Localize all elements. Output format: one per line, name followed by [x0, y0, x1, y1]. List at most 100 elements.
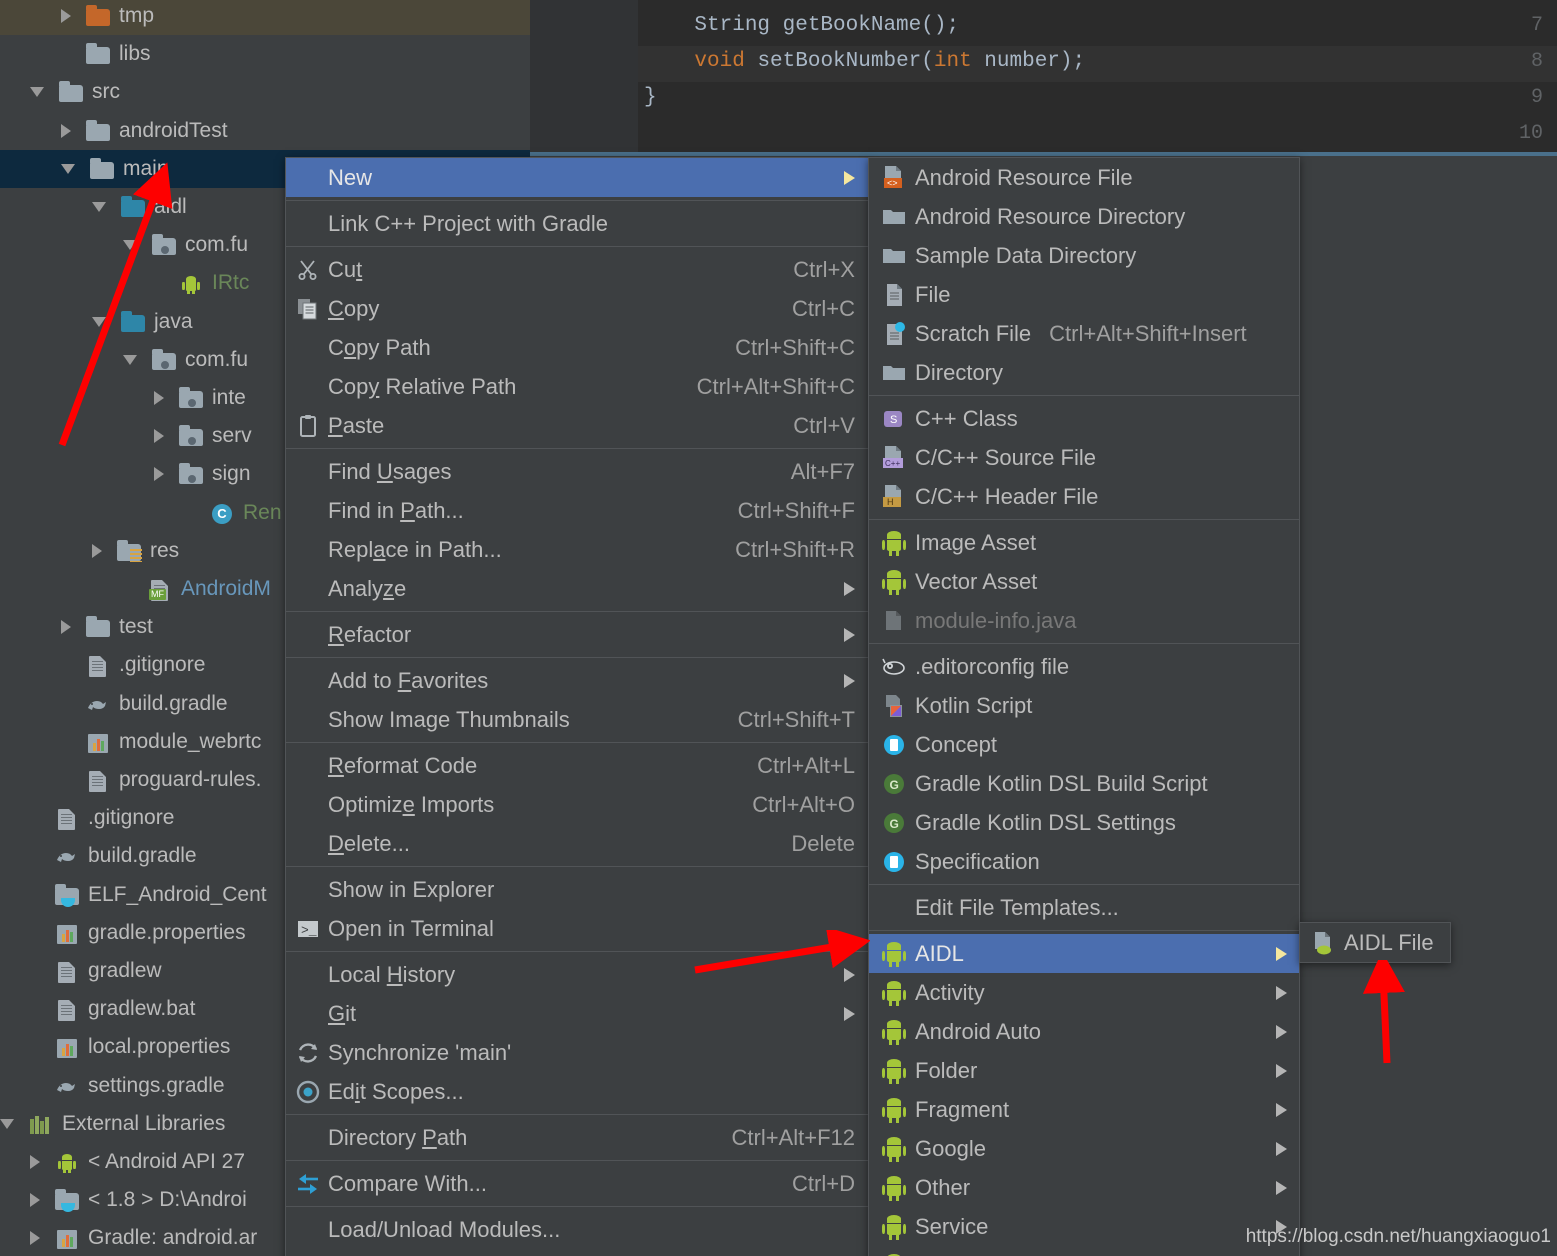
new-menu-item-gradle-kotlin-dsl-settings[interactable]: G Gradle Kotlin DSL Settings [869, 803, 1299, 842]
code-line-8[interactable]: void setBookNumber(int number); [644, 50, 1085, 73]
new-menu-item-service[interactable]: Service [869, 1207, 1299, 1246]
new-menu-item-concept[interactable]: Concept [869, 725, 1299, 764]
tree-row[interactable]: libs [0, 35, 530, 73]
chevron-down-icon[interactable] [30, 87, 44, 98]
chevron-down-icon[interactable] [92, 316, 106, 327]
menu-item-new[interactable]: New [286, 158, 869, 197]
libraries-icon [28, 1113, 54, 1135]
code-keyword-void: void [694, 50, 745, 73]
menu-item-copy[interactable]: Copy Ctrl+C [286, 289, 869, 328]
menu-item-local-history[interactable]: Local History [286, 955, 869, 994]
menu-item-label: AIDL File [1344, 929, 1434, 955]
menu-item-label: Optimize Imports [328, 791, 495, 817]
new-menu-item-other[interactable]: Other [869, 1168, 1299, 1207]
new-menu-item-vector-asset[interactable]: Vector Asset [869, 562, 1299, 601]
menu-item-find-in-path[interactable]: Find in Path... Ctrl+Shift+F [286, 491, 869, 530]
new-menu-item-fragment[interactable]: Fragment [869, 1090, 1299, 1129]
new-menu-item-editorconfig-file[interactable]: .editorconfig file [869, 647, 1299, 686]
new-menu-item-gradle-kotlin-dsl-build-script[interactable]: G Gradle Kotlin DSL Build Script [869, 764, 1299, 803]
menu-item-find-usages[interactable]: Find Usages Alt+F7 [286, 452, 869, 491]
menu-item-copy-path[interactable]: Copy Path Ctrl+Shift+C [286, 328, 869, 367]
refresh-icon [296, 1041, 320, 1065]
menu-item-label: Android Resource Directory [915, 203, 1186, 229]
new-submenu[interactable]: <> Android Resource File Android Resource … [868, 157, 1300, 1256]
chevron-down-icon[interactable] [92, 202, 106, 212]
chevron-right-icon[interactable] [61, 620, 71, 635]
tree-row[interactable]: tmp [0, 0, 530, 35]
menu-item-shortcut: Ctrl+Shift+C [735, 334, 855, 360]
aidl-submenu[interactable]: AIDL File [1299, 922, 1451, 963]
menu-item-delete[interactable]: Delete... Delete [286, 824, 869, 863]
context-menu[interactable]: New Link C++ Project with Gradle Cut Ctrl+X… [285, 157, 870, 1256]
menu-item-show-in-explorer[interactable]: Show in Explorer [286, 870, 869, 909]
menu-item-paste[interactable]: Paste Ctrl+V [286, 406, 869, 445]
folder-icon [881, 243, 907, 269]
menu-item-git[interactable]: Git [286, 994, 869, 1033]
new-menu-item-module-info-java[interactable]: module-info.java [869, 601, 1299, 640]
menu-item-compare-with[interactable]: Compare With... Ctrl+D [286, 1164, 869, 1203]
aidl-menu-item-aidl-file[interactable]: AIDL File [1300, 923, 1450, 962]
chevron-right-icon[interactable] [61, 9, 71, 23]
chevron-down-icon[interactable] [123, 240, 137, 251]
chevron-right-icon[interactable] [92, 543, 102, 558]
menu-item-optimize-imports[interactable]: Optimize Imports Ctrl+Alt+O [286, 785, 869, 824]
menu-item-open-in-terminal[interactable]: >_ Open in Terminal [286, 909, 869, 948]
properties-icon [54, 1227, 80, 1250]
new-menu-item-image-asset[interactable]: Image Asset [869, 523, 1299, 562]
chevron-right-icon[interactable] [154, 467, 164, 482]
chevron-right-icon[interactable] [154, 391, 164, 405]
chevron-right-icon[interactable] [30, 1231, 40, 1246]
code-line-9[interactable]: } [644, 86, 657, 109]
new-menu-item-aidl[interactable]: AIDL [869, 934, 1299, 973]
new-menu-item-android-auto[interactable]: Android Auto [869, 1012, 1299, 1051]
tree-row[interactable]: androidTest [0, 112, 530, 150]
menu-item-label: Cut [328, 256, 363, 282]
code-line-7[interactable]: String getBookName(); [644, 14, 959, 37]
chevron-right-icon[interactable] [30, 1193, 40, 1208]
menu-item-add-to-favorites[interactable]: Add to Favorites [286, 661, 869, 700]
chevron-right-icon[interactable] [61, 123, 71, 138]
menu-item-analyze[interactable]: Analyze [286, 569, 869, 608]
new-menu-item-android-resource-file[interactable]: <> Android Resource File [869, 158, 1299, 197]
menu-item-remove-bom[interactable]: Remove BOM [286, 1249, 869, 1256]
new-menu-item-activity[interactable]: Activity [869, 973, 1299, 1012]
menu-item-show-image-thumbnails[interactable]: Show Image Thumbnails Ctrl+Shift+T [286, 700, 869, 739]
menu-item-cut[interactable]: Cut Ctrl+X [286, 250, 869, 289]
menu-item-copy-relative-path[interactable]: Copy Relative Path Ctrl+Alt+Shift+C [286, 367, 869, 406]
menu-item-replace-in-path[interactable]: Replace in Path... Ctrl+Shift+R [286, 530, 869, 569]
menu-item-shortcut: Ctrl+V [793, 412, 855, 438]
chevron-right-icon[interactable] [154, 429, 164, 444]
menu-item-reformat-code[interactable]: Reformat Code Ctrl+Alt+L [286, 746, 869, 785]
menu-item-directory-path[interactable]: Directory Path Ctrl+Alt+F12 [286, 1118, 869, 1157]
new-menu-item-c-c-source-file[interactable]: C++ C/C++ Source File [869, 438, 1299, 477]
new-menu-item-directory[interactable]: Directory [869, 353, 1299, 392]
menu-item-label: AIDL [915, 940, 964, 966]
menu-item-refactor[interactable]: Refactor [286, 615, 869, 654]
file-icon [85, 769, 111, 792]
chevron-right-icon[interactable] [30, 1155, 40, 1169]
tree-row[interactable]: src [0, 73, 530, 111]
new-menu-item-edit-file-templates[interactable]: Edit File Templates... [869, 888, 1299, 927]
chevron-down-icon[interactable] [0, 1118, 14, 1129]
new-menu-item-scratch-file[interactable]: Scratch File Ctrl+Alt+Shift+Insert [869, 314, 1299, 353]
new-menu-item-folder[interactable]: Folder [869, 1051, 1299, 1090]
menu-item-load-unload-modules[interactable]: Load/Unload Modules... [286, 1210, 869, 1249]
android-icon [881, 1136, 907, 1162]
new-menu-item-android-resource-directory[interactable]: Android Resource Directory [869, 197, 1299, 236]
new-menu-item-specification[interactable]: Specification [869, 842, 1299, 881]
chevron-down-icon[interactable] [123, 354, 137, 365]
new-menu-item-ui-component[interactable]: UI Component [869, 1246, 1299, 1256]
menu-item-synchronize-main[interactable]: Synchronize 'main' [286, 1033, 869, 1072]
new-menu-item-file[interactable]: File [869, 275, 1299, 314]
menu-separator [286, 742, 869, 743]
new-menu-item-sample-data-directory[interactable]: Sample Data Directory [869, 236, 1299, 275]
android-icon [54, 1151, 80, 1173]
chevron-down-icon[interactable] [61, 163, 75, 174]
menu-item-edit-scopes[interactable]: Edit Scopes... [286, 1072, 869, 1111]
new-menu-item-google[interactable]: Google [869, 1129, 1299, 1168]
menu-item-link-c-project-with-gradle[interactable]: Link C++ Project with Gradle [286, 204, 869, 243]
menu-separator [286, 866, 869, 867]
new-menu-item-c-class[interactable]: S C++ Class [869, 399, 1299, 438]
new-menu-item-kotlin-script[interactable]: Kotlin Script [869, 686, 1299, 725]
new-menu-item-c-c-header-file[interactable]: H C/C++ Header File [869, 477, 1299, 516]
